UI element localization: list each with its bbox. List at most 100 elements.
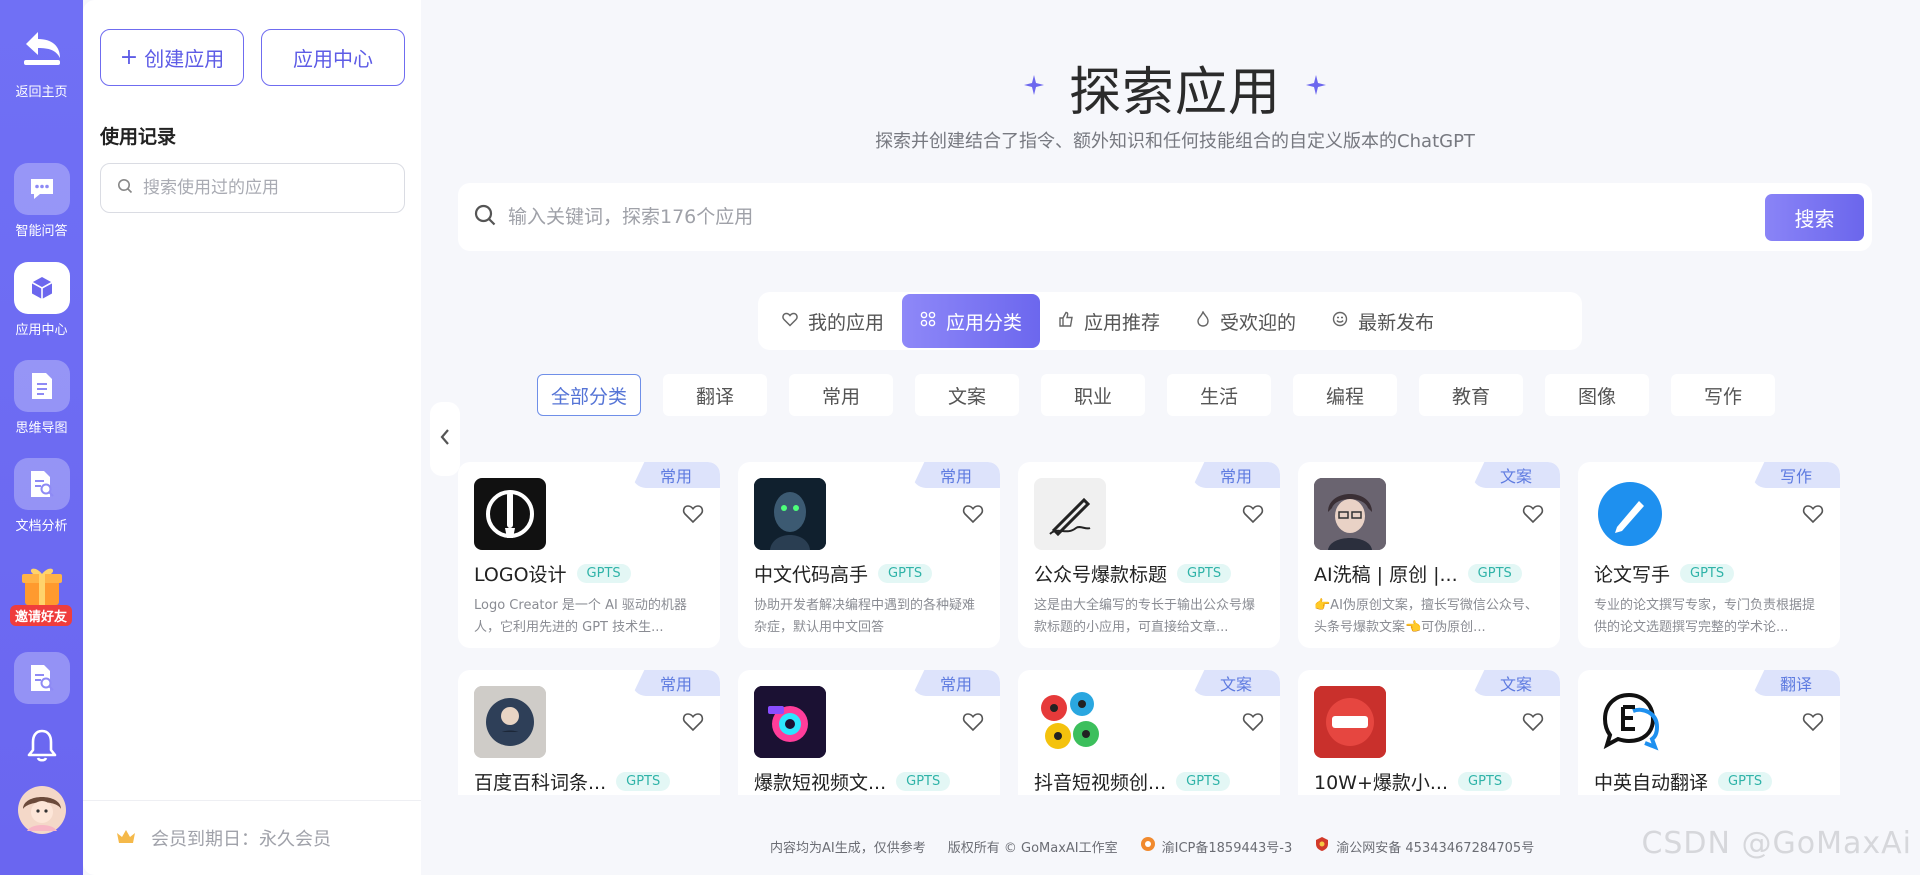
favorite-heart-icon[interactable] bbox=[962, 712, 984, 736]
police-badge-icon bbox=[1314, 836, 1330, 856]
app-card[interactable]: 常用 爆款短视频文... GPTS bbox=[738, 670, 1000, 795]
flame-icon bbox=[1196, 310, 1210, 332]
rail-item-app-center[interactable]: 应用中心 bbox=[0, 262, 83, 338]
rail-item-label: 智能问答 bbox=[15, 224, 68, 239]
tab-label: 我的应用 bbox=[808, 311, 885, 334]
card-title: 论文写手 bbox=[1594, 564, 1671, 586]
favorite-heart-icon[interactable] bbox=[1522, 504, 1544, 528]
favorite-heart-icon[interactable] bbox=[1802, 712, 1824, 736]
favorite-heart-icon[interactable] bbox=[682, 712, 704, 736]
card-category-tag: 常用 bbox=[912, 462, 1000, 488]
category-life[interactable]: 生活 bbox=[1167, 374, 1271, 416]
tab-popular[interactable]: 受欢迎的 bbox=[1178, 294, 1314, 348]
app-search-bar: 搜索 bbox=[458, 183, 1872, 251]
collapse-panel-button[interactable] bbox=[430, 402, 460, 476]
tab-app-categories[interactable]: 应用分类 bbox=[902, 294, 1041, 348]
favorite-heart-icon[interactable] bbox=[1242, 504, 1264, 528]
card-description: 专业的论文撰写专家，专门负责根据提供的论文选题撰写完整的学术论... bbox=[1594, 598, 1816, 635]
category-career[interactable]: 职业 bbox=[1041, 374, 1145, 416]
gpts-badge: GPTS bbox=[878, 564, 933, 583]
card-category-tag: 常用 bbox=[912, 670, 1000, 696]
app-card[interactable]: 常用 LOGO设计 GPTS Logo Creator 是一个 AI 驱动的机器… bbox=[458, 462, 720, 648]
app-card[interactable]: 文案 AI洗稿 | 原创 |... GPTS 👉AI伪原创文案，擅长写微信公众号… bbox=[1298, 462, 1560, 648]
app-card[interactable]: 常用 中文代码高手 GPTS 协助开发者解决编程中遇到的各种疑难杂症，默认用中文… bbox=[738, 462, 1000, 648]
membership-text: 会员到期日：永久会员 bbox=[151, 829, 331, 850]
page-title-text: 探索应用 bbox=[1068, 62, 1281, 123]
robot-portrait-icon bbox=[754, 478, 826, 550]
card-category-tag: 文案 bbox=[1472, 670, 1560, 696]
pen-circle-icon bbox=[1594, 478, 1666, 550]
side-panel: + 创建应用 应用中心 使用记录 会员到期日：永久会员 bbox=[83, 0, 421, 875]
card-title: 百度百科词条... bbox=[474, 772, 607, 794]
search-icon bbox=[474, 204, 496, 230]
chevron-left-icon bbox=[439, 428, 451, 450]
create-app-button[interactable]: + 创建应用 bbox=[100, 29, 244, 86]
favorite-heart-icon[interactable] bbox=[682, 504, 704, 528]
back-arrow-icon bbox=[16, 22, 68, 76]
tab-recommended[interactable]: 应用推荐 bbox=[1040, 294, 1178, 348]
app-center-button[interactable]: 应用中心 bbox=[261, 29, 405, 86]
category-education[interactable]: 教育 bbox=[1419, 374, 1523, 416]
category-copywriting[interactable]: 文案 bbox=[915, 374, 1019, 416]
category-common[interactable]: 常用 bbox=[789, 374, 893, 416]
category-image[interactable]: 图像 bbox=[1545, 374, 1649, 416]
doc-search-icon bbox=[13, 652, 70, 704]
search-button[interactable]: 搜索 bbox=[1765, 194, 1864, 241]
favorite-heart-icon[interactable] bbox=[1522, 712, 1544, 736]
favorite-heart-icon[interactable] bbox=[962, 504, 984, 528]
favorite-heart-icon[interactable] bbox=[1242, 712, 1264, 736]
rail-item-label: 思维导图 bbox=[15, 421, 68, 436]
tab-latest[interactable]: 最新发布 bbox=[1314, 294, 1452, 348]
reference-badge-icon bbox=[474, 686, 546, 758]
notification-button[interactable] bbox=[0, 727, 83, 767]
card-title: AI洗稿 | 原创 |... bbox=[1314, 564, 1458, 586]
card-title: 10W+爆款小... bbox=[1314, 772, 1449, 794]
gpts-badge: GPTS bbox=[1718, 772, 1773, 791]
icp-emblem-icon bbox=[1140, 836, 1156, 856]
create-app-label: 创建应用 bbox=[144, 47, 225, 71]
category-all[interactable]: 全部分类 bbox=[537, 374, 641, 416]
category-translate[interactable]: 翻译 bbox=[663, 374, 767, 416]
rail-item-mindmap[interactable]: 思维导图 bbox=[0, 360, 83, 436]
card-description: 这是由大全编写的专长于输出公众号爆款标题的小应用，可直接给文章... bbox=[1034, 598, 1256, 635]
favorite-heart-icon[interactable] bbox=[1802, 504, 1824, 528]
chat-icon bbox=[13, 163, 70, 215]
gpts-badge: GPTS bbox=[896, 772, 951, 791]
cube-icon bbox=[13, 262, 70, 314]
icp-record-link[interactable]: 渝ICP备1859443号-3 bbox=[1140, 836, 1292, 856]
card-description: 协助开发者解决编程中遇到的各种疑难杂症，默认用中文回答 bbox=[754, 598, 976, 635]
app-search-input[interactable] bbox=[508, 206, 1708, 228]
app-card[interactable]: 文案 10W+爆款小... GPTS bbox=[1298, 670, 1560, 795]
invite-friends-button[interactable]: 邀请好友 bbox=[0, 563, 83, 627]
user-avatar[interactable] bbox=[0, 785, 83, 839]
category-writing[interactable]: 写作 bbox=[1671, 374, 1775, 416]
page-title: 探索应用 bbox=[1015, 52, 1335, 123]
back-home-label: 返回主页 bbox=[15, 85, 68, 100]
gpts-badge: GPTS bbox=[1467, 564, 1522, 583]
app-card[interactable]: 常用 百度百科词条... GPTS bbox=[458, 670, 720, 795]
card-description: Logo Creator 是一个 AI 驱动的机器人，它利用先进的 GPT 技术… bbox=[474, 598, 687, 635]
rail-item-doc-analysis[interactable]: 文档分析 bbox=[0, 458, 83, 534]
app-card[interactable]: 文案 抖音短视频创... GPTS bbox=[1018, 670, 1280, 795]
card-title: 公众号爆款标题 bbox=[1034, 564, 1168, 586]
camera-neon-icon bbox=[754, 686, 826, 758]
doc-search-icon bbox=[13, 458, 70, 510]
sparkle-icon bbox=[1305, 74, 1327, 100]
avatar bbox=[17, 785, 67, 839]
tab-my-apps[interactable]: 我的应用 bbox=[764, 294, 902, 348]
category-programming[interactable]: 编程 bbox=[1293, 374, 1397, 416]
grid-icon bbox=[920, 310, 936, 332]
app-card[interactable]: 写作 论文写手 GPTS 专业的论文撰写专家，专门负责根据提供的论文选题撰写完整… bbox=[1578, 462, 1840, 648]
watermark: CSDN @GoMaxAi bbox=[1641, 826, 1912, 861]
brush-logo-icon bbox=[474, 478, 546, 550]
icon-rail: 返回主页 智能问答 应用中心 思维导图 文档分析 邀请好友 bbox=[0, 0, 83, 875]
app-card[interactable]: 常用 公众号爆款标题 GPTS 这是由大全编写的专长于输出公众号爆款标题的小应用… bbox=[1018, 462, 1280, 648]
app-grid: 常用 LOGO设计 GPTS Logo Creator 是一个 AI 驱动的机器… bbox=[458, 462, 1848, 795]
police-record-link[interactable]: 渝公网安备 45343467284705号 bbox=[1314, 836, 1534, 856]
rail-item-doc-search[interactable] bbox=[0, 652, 83, 704]
rail-item-qa[interactable]: 智能问答 bbox=[0, 163, 83, 239]
gpts-badge: GPTS bbox=[616, 772, 671, 791]
back-home-button[interactable]: 返回主页 bbox=[0, 22, 83, 100]
app-card[interactable]: 翻译 中英自动翻译 GPTS bbox=[1578, 670, 1840, 795]
history-search-input[interactable] bbox=[143, 178, 383, 198]
